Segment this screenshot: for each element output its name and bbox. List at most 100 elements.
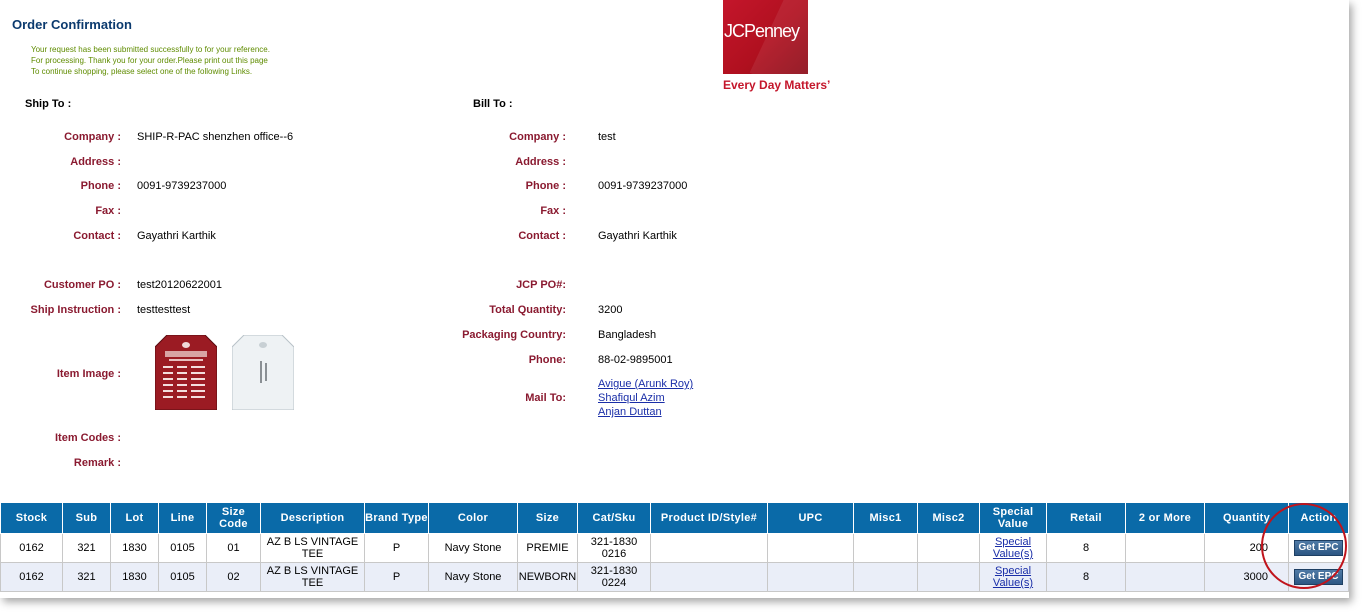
stock-cell: 0162 xyxy=(0,562,63,592)
ship-contact-label: Contact : xyxy=(73,230,121,242)
jcp-po-label: JCP PO#: xyxy=(516,279,566,291)
product-id-cell xyxy=(650,533,768,563)
column-header: Product ID/Style# xyxy=(650,502,768,534)
column-header: Stock xyxy=(0,502,63,534)
factory-phone-label: Phone: xyxy=(528,354,566,366)
misc2-cell xyxy=(917,562,980,592)
column-header: 2 or More xyxy=(1125,502,1205,534)
confirmation-message-line: For processing. Thank you for your order… xyxy=(31,56,268,65)
lot-cell: 1830 xyxy=(110,533,159,563)
column-header: Cat/Sku xyxy=(577,502,651,534)
mail-to-label: Mail To: xyxy=(525,392,566,404)
description-cell: AZ B LS VINTAGE TEE xyxy=(260,562,365,592)
total-quantity-label: Total Quantity: xyxy=(489,304,566,316)
bill-contact-value: Gayathri Karthik xyxy=(598,230,677,242)
confirmation-message-line: To continue shopping, please select one … xyxy=(31,67,253,76)
retail-cell: 8 xyxy=(1046,533,1126,563)
factory-phone-value: 88-02-9895001 xyxy=(598,354,673,366)
special-value-cell: Special Value(s) xyxy=(979,562,1047,592)
column-header: Lot xyxy=(110,502,159,534)
bill-fax-label: Fax : xyxy=(540,205,566,217)
customer-po-label: Customer PO : xyxy=(43,279,121,291)
packaging-country-value: Bangladesh xyxy=(598,329,657,341)
page-title: Order Confirmation xyxy=(12,17,132,32)
logo-text: JCPenney xyxy=(724,21,800,41)
brand-type-cell: P xyxy=(364,533,429,563)
table-row: 0162 321 1830 0105 02 AZ B LS VINTAGE TE… xyxy=(0,562,1349,592)
bill-company-value: test xyxy=(598,131,616,143)
bill-company-label: Company : xyxy=(509,131,566,143)
misc1-cell xyxy=(853,562,918,592)
two-or-more-cell xyxy=(1125,562,1205,592)
special-value-link[interactable]: Special Value(s) xyxy=(993,536,1033,560)
total-quantity-value: 3200 xyxy=(598,304,623,316)
order-items-table: Stock Sub Lot Line Size Code Description… xyxy=(0,502,1349,592)
brand-type-cell: P xyxy=(364,562,429,592)
ship-company-value: SHIP-R-PAC shenzhen office--6 xyxy=(137,131,294,143)
column-header: Size xyxy=(517,502,578,534)
column-header: Special Value xyxy=(979,502,1047,534)
line-cell: 0105 xyxy=(158,562,207,592)
special-value-link[interactable]: Special Value(s) xyxy=(993,565,1033,589)
size-code-cell: 02 xyxy=(206,562,261,592)
sub-cell: 321 xyxy=(62,562,111,592)
color-cell: Navy Stone xyxy=(428,533,518,563)
ship-address-label: Address : xyxy=(70,156,121,168)
bill-contact-label: Contact : xyxy=(518,230,566,242)
misc1-cell xyxy=(853,533,918,563)
logo-slogan: Every Day Matters’ xyxy=(723,78,831,92)
size-code-cell: 01 xyxy=(206,533,261,563)
ship-phone-label: Phone : xyxy=(80,180,121,192)
size-cell: NEWBORN xyxy=(517,562,578,592)
color-cell: Navy Stone xyxy=(428,562,518,592)
bill-address-label: Address : xyxy=(515,156,566,168)
mail-to-link[interactable]: Shafiqul Azim xyxy=(598,392,665,404)
sub-cell: 321 xyxy=(62,533,111,563)
ship-contact-value: Gayathri Karthik xyxy=(137,230,216,242)
stock-cell: 0162 xyxy=(0,533,63,563)
column-header: Brand Type xyxy=(364,502,429,534)
description-cell: AZ B LS VINTAGE TEE xyxy=(260,533,365,563)
mail-to-link[interactable]: Avigue (Arunk Roy) xyxy=(598,378,693,390)
remark-label: Remark : xyxy=(73,457,121,469)
bill-phone-label: Phone : xyxy=(525,180,566,192)
mail-to-link[interactable]: Anjan Duttan xyxy=(598,406,662,418)
highlight-circle xyxy=(1261,503,1347,589)
retail-cell: 8 xyxy=(1046,562,1126,592)
packaging-country-label: Packaging Country: xyxy=(462,329,566,341)
column-header: Misc1 xyxy=(853,502,918,534)
order-confirmation-page: Order Confirmation Your request has been… xyxy=(0,0,1349,598)
table-row: 0162 321 1830 0105 01 AZ B LS VINTAGE TE… xyxy=(0,533,1349,563)
column-header: Line xyxy=(158,502,207,534)
bill-to-heading: Bill To : xyxy=(473,98,513,110)
column-header: UPC xyxy=(767,502,854,534)
confirmation-message-line: Your request has been submitted successf… xyxy=(31,45,270,54)
column-header: Sub xyxy=(62,502,111,534)
ship-phone-value: 0091-9739237000 xyxy=(137,180,227,192)
cat-sku-cell: 321-1830 0216 xyxy=(577,533,651,563)
column-header: Size Code xyxy=(206,502,261,534)
lot-cell: 1830 xyxy=(110,562,159,592)
bill-phone-value: 0091-9739237000 xyxy=(598,180,688,192)
item-codes-label: Item Codes : xyxy=(54,432,121,444)
ship-instruction-label: Ship Instruction : xyxy=(30,304,121,316)
ship-to-heading: Ship To : xyxy=(25,98,72,110)
misc2-cell xyxy=(917,533,980,563)
customer-po-value: test20120622001 xyxy=(137,279,223,291)
upc-cell xyxy=(767,533,854,563)
item-image-back xyxy=(232,335,294,410)
line-cell: 0105 xyxy=(158,533,207,563)
special-value-cell: Special Value(s) xyxy=(979,533,1047,563)
size-cell: PREMIE xyxy=(517,533,578,563)
cat-sku-cell: 321-1830 0224 xyxy=(577,562,651,592)
product-id-cell xyxy=(650,562,768,592)
item-image-front xyxy=(155,335,217,410)
upc-cell xyxy=(767,562,854,592)
jcpenney-logo: JCPenney xyxy=(723,0,808,74)
column-header: Misc2 xyxy=(917,502,980,534)
ship-company-label: Company : xyxy=(64,131,121,143)
column-header: Description xyxy=(260,502,365,534)
column-header: Color xyxy=(428,502,518,534)
item-image-label: Item Image : xyxy=(56,368,121,380)
ship-instruction-value: testtesttest xyxy=(137,304,191,316)
